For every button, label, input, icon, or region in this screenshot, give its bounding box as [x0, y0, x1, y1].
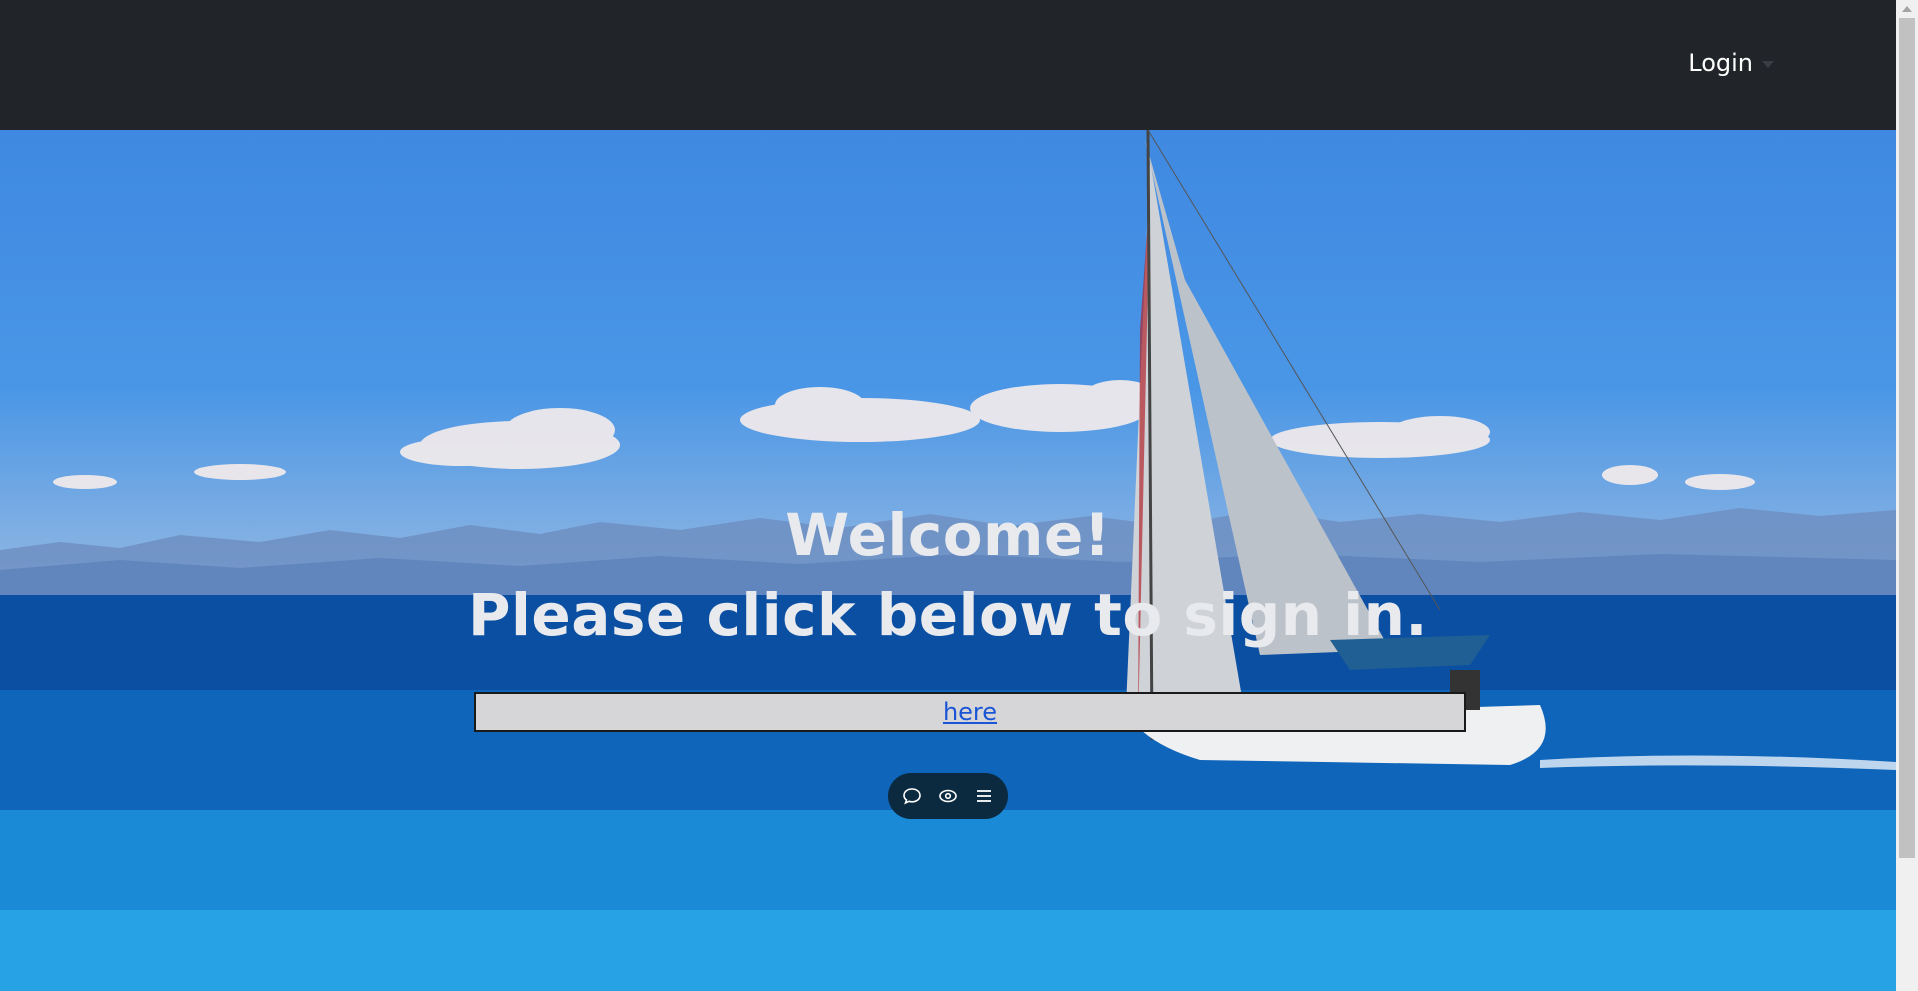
- eye-icon: [939, 789, 957, 803]
- signin-link-container: here: [474, 692, 1466, 732]
- signin-instruction-heading: Please click below to sign in.: [468, 581, 1428, 649]
- view-button[interactable]: [936, 784, 960, 808]
- caret-down-icon: [1762, 60, 1774, 68]
- hero-banner: Welcome! Please click below to sign in. …: [0, 130, 1896, 991]
- signin-here-link[interactable]: here: [943, 698, 997, 726]
- chat-button[interactable]: [900, 784, 924, 808]
- top-navbar: Login: [0, 0, 1896, 130]
- welcome-heading: Welcome!: [785, 501, 1111, 569]
- scroll-up-button[interactable]: [1896, 0, 1918, 18]
- vertical-scrollbar[interactable]: [1896, 0, 1918, 991]
- chat-bubble-icon: [903, 788, 921, 805]
- login-label: Login: [1688, 49, 1753, 77]
- scrollbar-thumb[interactable]: [1899, 18, 1915, 858]
- scroll-up-arrow-icon: [1902, 6, 1912, 12]
- floating-toolbar: [888, 773, 1008, 819]
- login-dropdown-toggle[interactable]: Login: [1688, 48, 1774, 78]
- menu-button[interactable]: [972, 784, 996, 808]
- menu-icon: [977, 790, 991, 802]
